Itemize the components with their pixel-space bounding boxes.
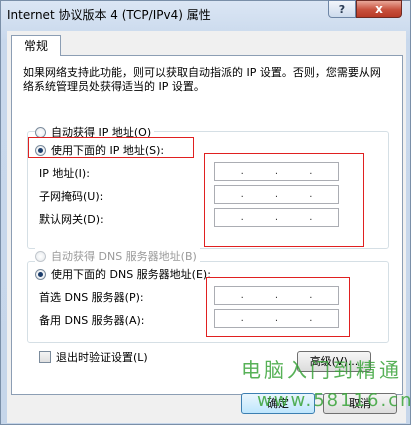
auto-dns-radio[interactable]: 自动获得 DNS 服务器地址(B)	[35, 248, 200, 264]
auto-dns-label: 自动获得 DNS 服务器地址(B)	[51, 250, 197, 263]
watermark-url: www.58116.cn	[257, 390, 411, 411]
checkbox-box	[39, 351, 51, 363]
manual-dns-radio[interactable]: 使用下面的 DNS 服务器地址(E):	[35, 266, 211, 282]
title-bar[interactable]: Internet 协议版本 4 (TCP/IPv4) 属性 ? x	[1, 0, 410, 27]
preferred-dns-label: 首选 DNS 服务器(P):	[39, 291, 144, 304]
description-text: 如果网络支持此功能，则可以获取自动指派的 IP 设置。否则，您需要从网络系统管理…	[23, 66, 381, 93]
tab-general[interactable]: 常规	[11, 35, 61, 56]
watermark-text: 电脑入门到精通	[241, 358, 402, 382]
highlight-box-ip-fields	[204, 153, 364, 247]
radio-indicator	[35, 250, 46, 262]
validate-label: 退出时验证设置(L)	[56, 351, 148, 364]
window-title: Internet 协议版本 4 (TCP/IPv4) 属性	[7, 8, 211, 22]
manual-dns-label: 使用下面的 DNS 服务器地址(E):	[51, 268, 211, 281]
radio-indicator-selected	[35, 268, 46, 280]
subnet-mask-label: 子网掩码(U):	[39, 190, 104, 203]
default-gateway-label: 默认网关(D):	[39, 213, 104, 226]
close-button[interactable]: x	[356, 0, 402, 18]
ip-address-label: IP 地址(I):	[39, 167, 90, 180]
highlight-box-dns-fields	[206, 277, 350, 337]
alternate-dns-label: 备用 DNS 服务器(A):	[39, 314, 145, 327]
validate-checkbox[interactable]: 退出时验证设置(L)	[39, 349, 148, 365]
highlight-box-manual-ip	[28, 137, 194, 158]
help-button[interactable]: ?	[328, 0, 356, 18]
radio-indicator	[35, 126, 46, 138]
dialog-window: Internet 协议版本 4 (TCP/IPv4) 属性 ? x 常规 如果网…	[0, 0, 411, 425]
